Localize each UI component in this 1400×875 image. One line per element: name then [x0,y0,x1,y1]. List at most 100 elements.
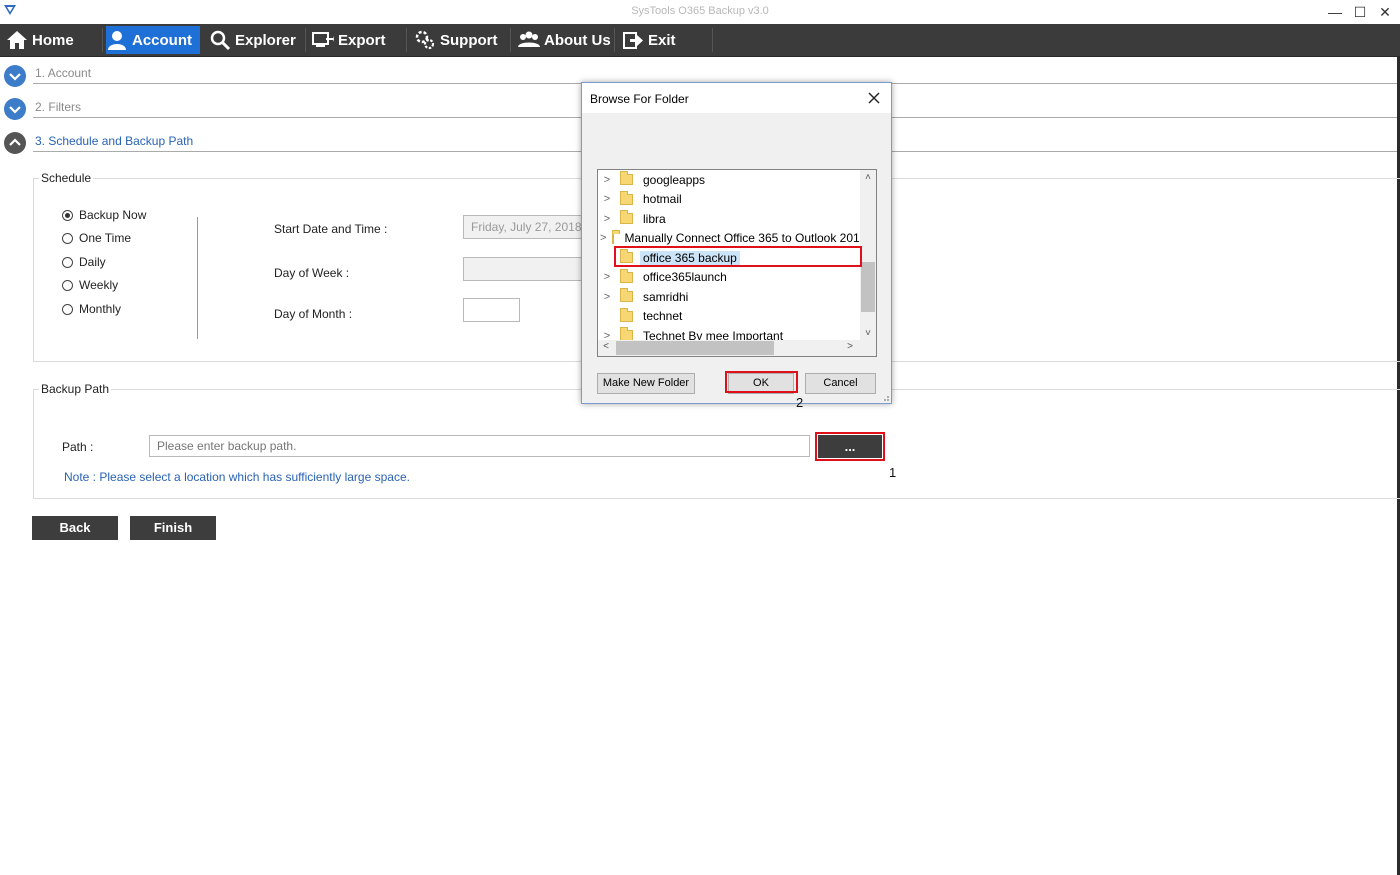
toolbar-separator [305,28,306,52]
toolbar-export[interactable]: Export [312,26,404,54]
folder-icon [620,268,633,283]
cancel-button[interactable]: Cancel [805,373,876,394]
step-2-label[interactable]: 2. Filters [35,100,81,114]
chevron-down-icon [9,73,21,81]
folder-icon [620,190,633,205]
toolbar-about-us-label: About Us [544,31,611,49]
selected-folder-highlight [614,246,862,267]
backup-path-group-title: Backup Path [39,382,112,396]
start-date-label: Start Date and Time : [274,222,388,236]
step-marker-2: 2 [796,395,804,410]
tree-item-label: googleapps [643,172,706,187]
maximize-button[interactable]: ☐ [1347,3,1373,21]
step-3-toggle[interactable] [4,132,26,154]
step-1-toggle[interactable] [4,65,26,87]
step-3-title: Schedule and Backup Path [48,134,194,148]
chevron-right-icon[interactable]: > [600,271,614,283]
toolbar-explorer[interactable]: Explorer [209,26,301,54]
explorer-search-icon [210,30,231,51]
toolbar-separator [712,28,713,52]
chevron-right-icon[interactable]: > [600,193,614,205]
tree-item-hotmail[interactable]: > hotmail [598,190,862,209]
tree-horizontal-scrollbar[interactable]: < > [598,340,876,356]
step-marker-1: 1 [889,465,897,480]
radio-weekly[interactable]: Weekly [62,278,118,292]
dialog-header: Browse For Folder [582,83,891,113]
backup-path-note: Note : Please select a location which ha… [64,470,410,484]
tree-item-label: Manually Connect Office 365 to Outlook 2… [624,231,867,245]
tree-item-googleapps[interactable]: > googleapps [598,170,862,189]
radio-monthly[interactable]: Monthly [62,302,121,316]
export-icon [312,32,334,47]
title-bar: SysTools O365 Backup v3.0 — ☐ ✕ [0,0,1400,24]
chevron-right-icon[interactable]: > [600,291,614,303]
chevron-up-icon [9,138,21,146]
radio-backup-now-label: Backup Now [79,208,147,222]
step-3-label[interactable]: 3. Schedule and Backup Path [35,134,193,148]
radio-weekly-label: Weekly [79,278,119,292]
tree-item-samridhi[interactable]: > samridhi [598,287,862,306]
chevron-right-icon[interactable]: > [600,232,606,244]
finish-button[interactable]: Finish [130,516,216,540]
back-button[interactable]: Back [32,516,118,540]
minimize-button[interactable]: — [1322,3,1348,21]
toolbar-account[interactable]: Account [106,26,200,54]
tree-item-manually-connect[interactable]: > Manually Connect Office 365 to Outlook … [598,229,866,248]
chevron-right-icon[interactable]: > [600,213,614,225]
scroll-right-icon[interactable]: > [842,341,858,352]
scroll-up-icon[interactable]: ˄ [860,172,876,183]
day-of-month-field[interactable] [463,298,520,322]
schedule-group-title: Schedule [39,171,94,185]
folder-icon [620,288,633,302]
make-new-folder-button[interactable]: Make New Folder [597,373,695,394]
toolbar-separator [614,28,615,52]
users-group-icon [518,31,540,47]
toolbar-separator [102,28,103,52]
tree-item-technet[interactable]: technet [598,307,862,326]
step-1-title: Account [47,66,92,80]
horizontal-scroll-thumb[interactable] [616,341,774,355]
scroll-left-icon[interactable]: < [598,341,614,352]
tree-item-label: libra [643,211,666,226]
radio-daily[interactable]: Daily [62,255,106,269]
toolbar-support[interactable]: Support [414,26,506,54]
radio-backup-now-dot [62,209,73,221]
tree-item-label: office365launch [643,270,727,284]
exit-icon [623,32,643,49]
folder-icon [612,229,621,244]
tree-item-libra[interactable]: > libra [598,209,862,228]
radio-one-time-label: One Time [79,231,132,245]
user-icon [108,31,126,50]
browse-button[interactable]: ... [818,435,882,458]
close-icon [868,92,880,104]
vertical-scroll-thumb[interactable] [861,262,875,312]
step-2-toggle[interactable] [4,98,26,120]
toolbar-explorer-label: Explorer [235,31,296,49]
radio-monthly-label: Monthly [79,302,122,316]
toolbar-home[interactable]: Home [6,26,98,54]
resize-grip-icon[interactable] [880,392,890,402]
toolbar-home-label: Home [32,31,74,49]
home-icon [7,31,27,49]
radio-backup-now[interactable]: Backup Now [62,208,146,222]
radio-monthly-dot [62,303,73,315]
chevron-right-icon[interactable]: > [600,174,614,186]
toolbar-export-label: Export [338,31,386,49]
radio-daily-dot [62,256,73,268]
tree-item-label: samridhi [643,289,689,304]
close-button[interactable]: ✕ [1372,3,1398,21]
radio-one-time[interactable]: One Time [62,231,131,245]
folder-icon [620,307,633,322]
scroll-down-icon[interactable]: ˅ [860,328,876,339]
folder-icon [620,171,633,185]
step-2-title: Filters [48,100,82,114]
toolbar-exit[interactable]: Exit [622,26,692,54]
tree-vertical-scrollbar[interactable]: ˄ ˅ [860,170,876,342]
toolbar-about-us[interactable]: About Us [518,26,612,54]
dialog-close-icon[interactable] [863,87,885,109]
step-1-label[interactable]: 1. Account [35,66,91,80]
step-1-number: 1. [35,66,46,80]
tree-item-office365launch[interactable]: > office365launch [598,268,862,287]
backup-path-input[interactable] [149,435,810,457]
toolbar-support-label: Support [440,31,498,49]
